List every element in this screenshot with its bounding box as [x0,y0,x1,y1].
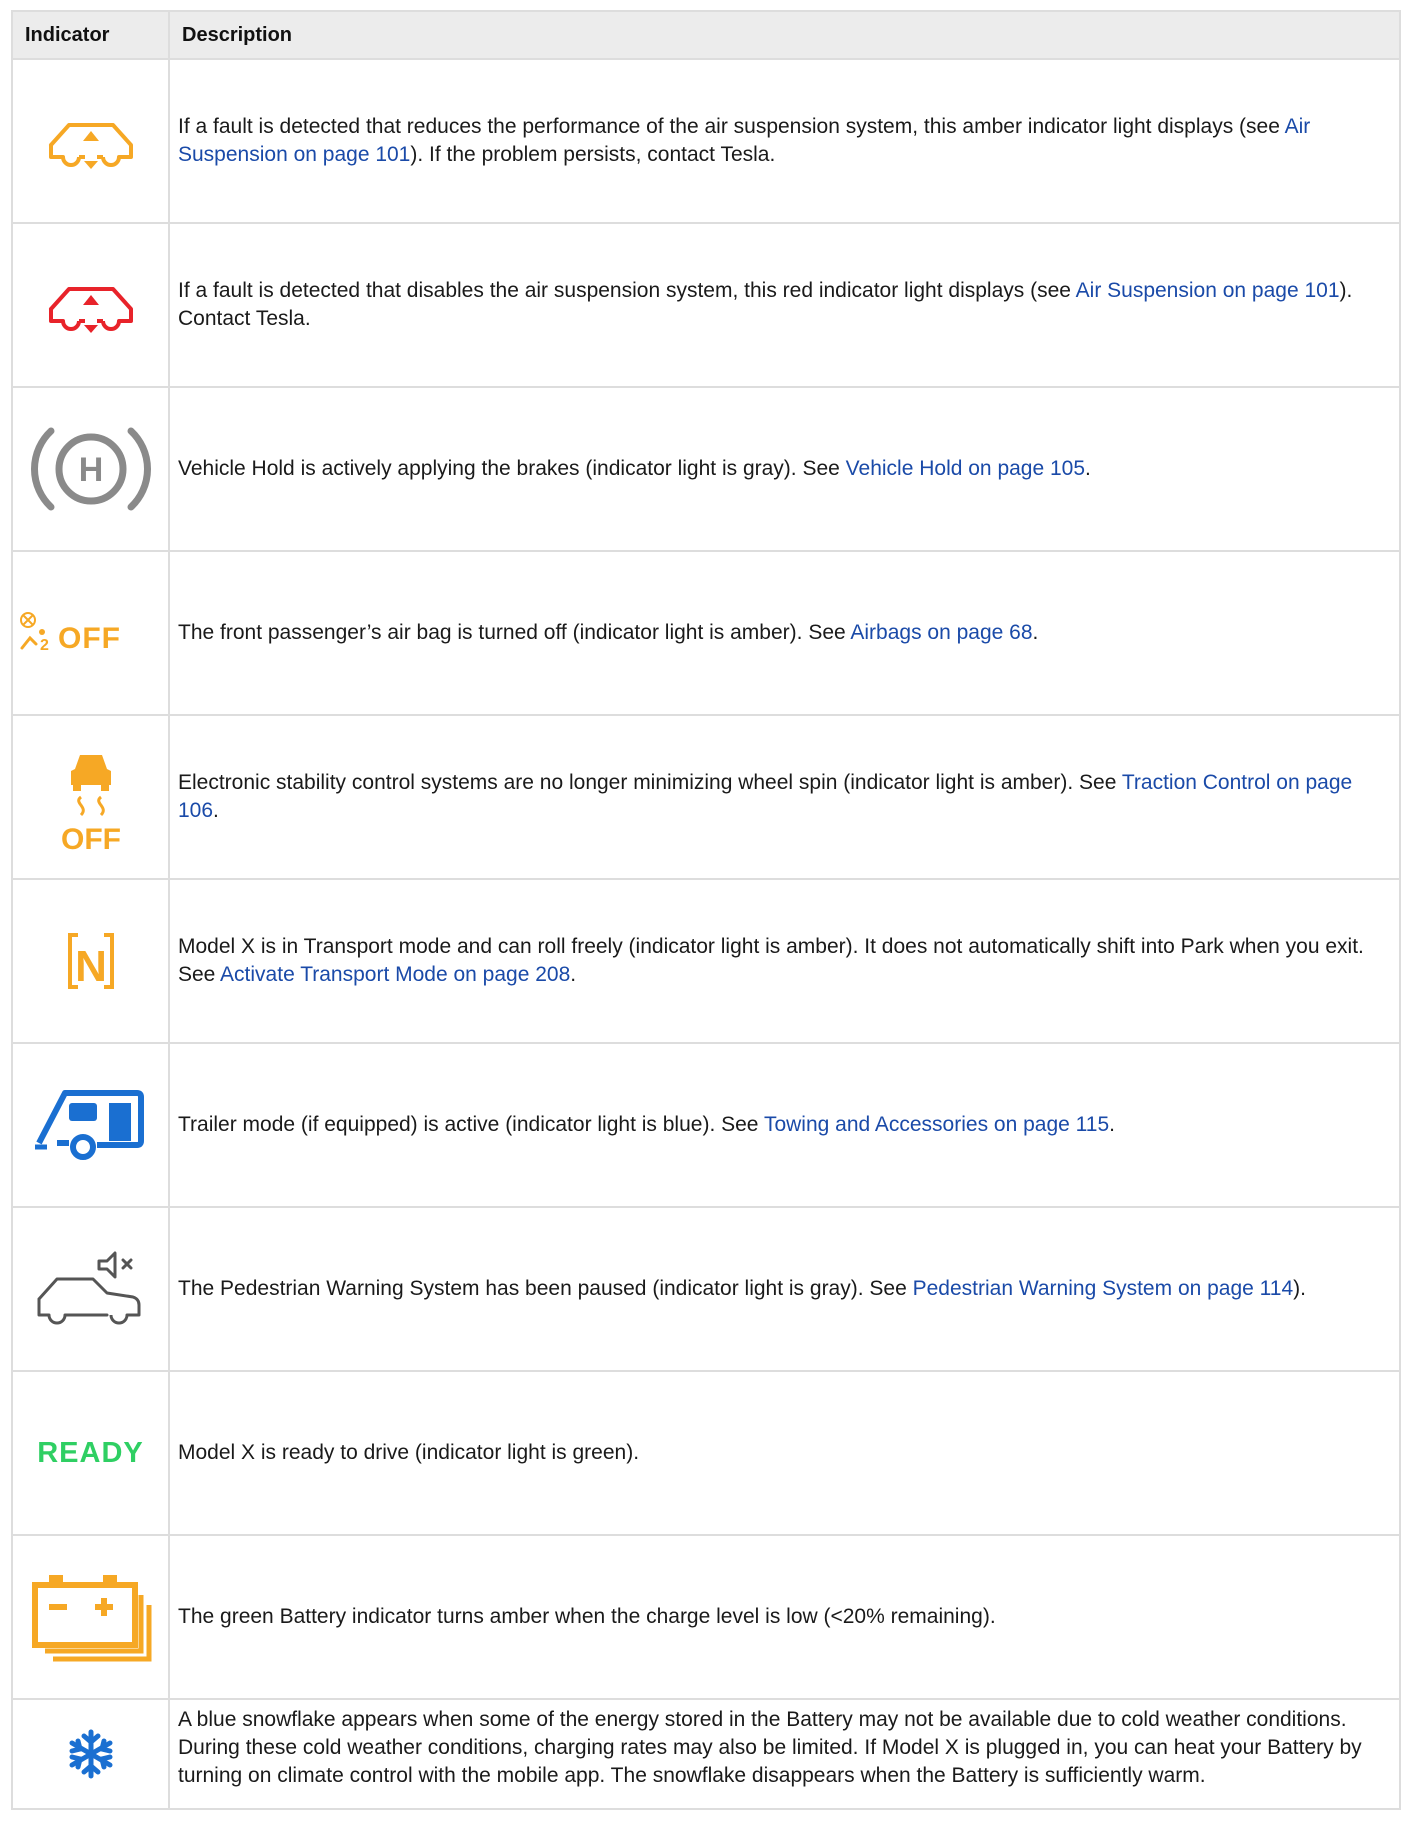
battery-low-icon [31,1575,151,1662]
description-cell: Model X is in Transport mode and can rol… [168,878,1401,1044]
vehicle-hold-letter: H [78,451,103,489]
link-pedestrian-warning[interactable]: Pedestrian Warning System on page 114 [913,1277,1294,1300]
description-cell: The Pedestrian Warning System has been p… [168,1206,1401,1372]
link-vehicle-hold[interactable]: Vehicle Hold on page 105 [846,457,1085,480]
transport-mode-icon: N [67,933,114,991]
link-transport-mode[interactable]: Activate Transport Mode on page 208 [220,963,570,986]
description-cell: The green Battery indicator turns amber … [168,1534,1401,1700]
traction-control-off-icon: OFF [61,755,121,853]
header-description: Description [168,10,1401,60]
indicator-cell [11,1206,170,1372]
indicator-cell: 2 OFF [11,550,170,716]
description-cell: Model X is ready to drive (indicator lig… [168,1370,1401,1536]
description-cell: The front passenger’s air bag is turned … [168,550,1401,716]
table-row: READY Model X is ready to drive (indicat… [11,1370,1401,1536]
svg-text:2: 2 [40,637,49,654]
air-suspension-amber-icon [48,123,133,169]
table-row: The Pedestrian Warning System has been p… [11,1206,1401,1372]
table-row: Trailer mode (if equipped) is active (in… [11,1042,1401,1208]
description-cell: If a fault is detected that disables the… [168,222,1401,388]
table-row: OFF Electronic stability control systems… [11,714,1401,880]
description-cell: If a fault is detected that reduces the … [168,58,1401,224]
indicator-cell: READY [11,1370,170,1536]
header-indicator: Indicator [11,10,170,60]
indicator-cell [11,222,170,388]
indicator-cell [11,1698,170,1810]
passenger-airbag-off-icon: 2 OFF [19,612,121,655]
trailer-mode-icon [34,1090,144,1160]
vehicle-hold-icon: H [30,427,151,511]
description-cell: Trailer mode (if equipped) is active (in… [168,1042,1401,1208]
link-airbags[interactable]: Airbags on page 68 [850,621,1032,644]
air-suspension-red-icon [48,287,133,333]
link-air-suspension[interactable]: Air Suspension on page 101 [1076,279,1340,302]
table-row: A blue snowflake appears when some of th… [11,1698,1401,1810]
description-cell: A blue snowflake appears when some of th… [168,1698,1401,1810]
table-row: If a fault is detected that reduces the … [11,58,1401,224]
table-row: The green Battery indicator turns amber … [11,1534,1401,1700]
indicator-table: Indicator Description If a fault is dete… [11,10,1401,1810]
description-cell: Vehicle Hold is actively applying the br… [168,386,1401,552]
airbag-off-label: OFF [58,622,121,655]
table-header-row: Indicator Description [11,10,1401,60]
indicator-cell: H [11,386,170,552]
snowflake-icon [69,1729,112,1779]
table-row: H Vehicle Hold is actively applying the … [11,386,1401,552]
table-row: N Model X is in Transport mode and can r… [11,878,1401,1044]
link-towing[interactable]: Towing and Accessories on page 115 [764,1113,1109,1136]
indicator-cell [11,58,170,224]
indicator-cell: N [11,878,170,1044]
table-row: 2 OFF The front passenger’s air bag is t… [11,550,1401,716]
indicator-cell [11,1534,170,1700]
table-row: If a fault is detected that disables the… [11,222,1401,388]
transport-letter: N [75,942,107,991]
ready-icon: READY [37,1436,144,1469]
pedestrian-warning-paused-icon [37,1251,140,1325]
indicator-cell: OFF [11,714,170,880]
indicator-cell [11,1042,170,1208]
description-cell: Electronic stability control systems are… [168,714,1401,880]
traction-off-label: OFF [61,823,121,853]
